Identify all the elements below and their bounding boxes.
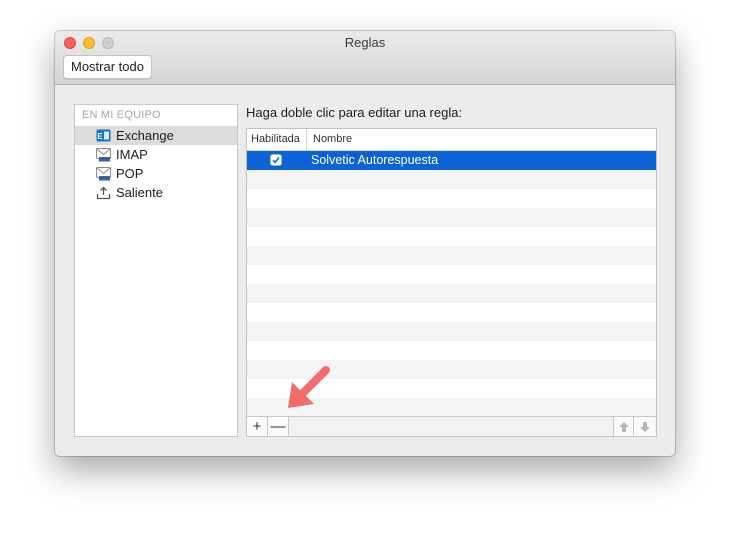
arrow-down-icon bbox=[639, 422, 650, 432]
table-header: Habilitada Nombre bbox=[247, 129, 656, 151]
table-row[interactable]: Solvetic Autorespuesta bbox=[247, 151, 656, 170]
accounts-sidebar: EN MI EQUIPO E Exchange IMAP POP Salient… bbox=[74, 104, 238, 437]
table-toolbar: + — bbox=[247, 416, 656, 436]
sidebar-item-imap[interactable]: IMAP bbox=[75, 145, 237, 164]
sidebar-item-outgoing[interactable]: Saliente bbox=[75, 183, 237, 202]
table-row-empty bbox=[247, 170, 656, 189]
window-title: Reglas bbox=[344, 35, 386, 50]
rule-enabled-checkbox[interactable] bbox=[270, 154, 282, 166]
move-down-button[interactable] bbox=[634, 417, 655, 436]
sidebar-item-pop[interactable]: POP bbox=[75, 164, 237, 183]
annotation-arrow-icon bbox=[288, 366, 330, 408]
show-all-button[interactable]: Mostrar todo bbox=[63, 55, 152, 79]
table-row-empty bbox=[247, 246, 656, 265]
sidebar-item-label: POP bbox=[116, 166, 144, 181]
sidebar-item-label: Exchange bbox=[116, 128, 174, 143]
table-row-empty bbox=[247, 227, 656, 246]
checkmark-icon bbox=[272, 156, 280, 164]
add-rule-button[interactable]: + bbox=[247, 417, 268, 436]
sidebar-item-label: IMAP bbox=[116, 147, 148, 162]
imap-mail-icon bbox=[96, 148, 111, 162]
column-header-name[interactable]: Nombre bbox=[308, 129, 352, 150]
table-row-empty bbox=[247, 322, 656, 341]
title-bar: Reglas Mostrar todo bbox=[55, 31, 675, 85]
outgoing-upload-icon bbox=[96, 186, 111, 200]
table-row-empty bbox=[247, 284, 656, 303]
arrow-up-icon bbox=[618, 422, 629, 432]
table-row-empty bbox=[247, 341, 656, 360]
table-row-empty bbox=[247, 303, 656, 322]
svg-text:E: E bbox=[97, 132, 103, 141]
sidebar-item-exchange[interactable]: E Exchange bbox=[75, 126, 237, 145]
move-up-button[interactable] bbox=[613, 417, 634, 436]
column-header-enabled[interactable]: Habilitada bbox=[247, 129, 307, 150]
sidebar-header: EN MI EQUIPO bbox=[82, 109, 161, 121]
remove-rule-button[interactable]: — bbox=[268, 417, 289, 436]
exchange-icon: E bbox=[96, 129, 111, 142]
pop-mail-icon bbox=[96, 167, 111, 181]
table-row-empty bbox=[247, 208, 656, 227]
instruction-text: Haga doble clic para editar una regla: bbox=[246, 105, 463, 120]
table-row-empty bbox=[247, 265, 656, 284]
rules-window: Reglas Mostrar todo EN MI EQUIPO E Excha… bbox=[55, 31, 675, 456]
table-row-empty bbox=[247, 189, 656, 208]
rule-name: Solvetic Autorespuesta bbox=[311, 153, 439, 167]
sidebar-item-label: Saliente bbox=[116, 185, 163, 200]
